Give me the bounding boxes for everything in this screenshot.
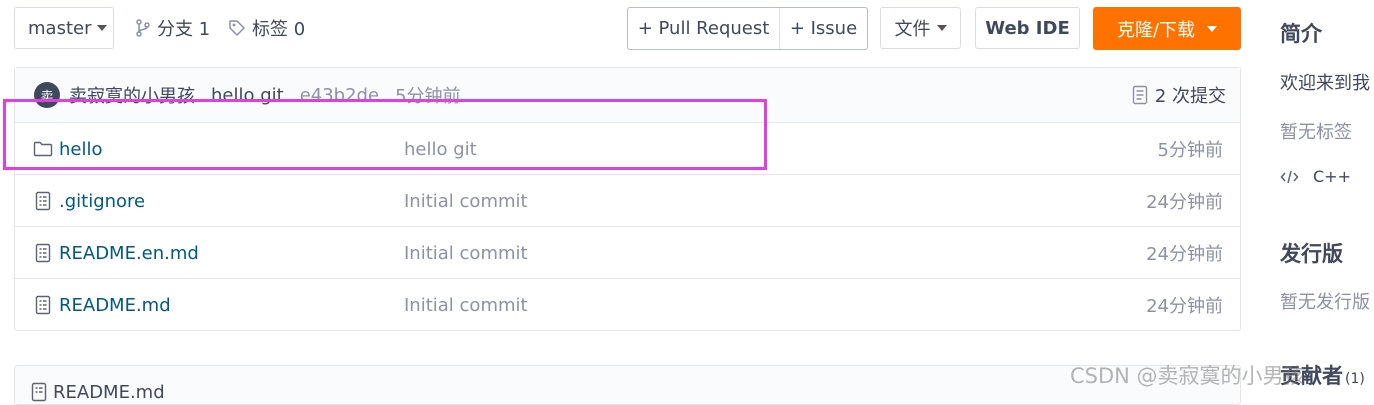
- branch-selector-label: master: [28, 17, 92, 39]
- file-text-icon: [33, 243, 53, 263]
- file-name[interactable]: .gitignore: [59, 191, 145, 212]
- tag-icon: [228, 19, 246, 37]
- table-row[interactable]: .gitignore Initial commit 24分钟前: [15, 174, 1240, 227]
- release-heading: 发行版: [1280, 242, 1343, 266]
- commit-history-icon: [1132, 85, 1148, 105]
- web-ide-button[interactable]: Web IDE: [975, 7, 1080, 49]
- file-commit-time: 24分钟前: [1146, 296, 1223, 317]
- no-release-text: 暂无发行版: [1280, 292, 1370, 313]
- watermark: CSDN @卖寂寞的小男孩: [1070, 364, 1305, 388]
- language-label: C++: [1313, 167, 1351, 186]
- contributors-count: (1): [1345, 371, 1365, 387]
- chevron-down-icon: [97, 25, 108, 31]
- highlight-box: [3, 99, 767, 170]
- file-menu-label: 文件: [894, 19, 931, 40]
- file-text-icon: [31, 382, 47, 402]
- intro-heading: 简介: [1280, 22, 1322, 46]
- issue-label: + Issue: [789, 18, 858, 39]
- file-commit-message[interactable]: Initial commit: [404, 191, 528, 212]
- file-text-icon: [33, 295, 53, 315]
- code-icon: [1280, 170, 1299, 184]
- branch-icon: [135, 19, 151, 37]
- clone-download-label: 克隆/下载: [1116, 19, 1196, 41]
- tags-link[interactable]: 标签 0: [228, 7, 305, 49]
- readme-title: README.md: [53, 382, 165, 403]
- file-name[interactable]: README.en.md: [59, 243, 199, 264]
- intro-text: 欢迎来到我: [1280, 73, 1370, 94]
- issue-button[interactable]: + Issue: [780, 8, 867, 49]
- pull-request-button[interactable]: + Pull Request: [628, 8, 780, 49]
- language-item[interactable]: C++: [1280, 167, 1351, 186]
- web-ide-label: Web IDE: [985, 17, 1070, 39]
- file-name[interactable]: README.md: [59, 295, 171, 316]
- chevron-down-icon: [1207, 25, 1218, 32]
- file-commit-message[interactable]: Initial commit: [404, 243, 528, 264]
- no-tags-text: 暂无标签: [1280, 122, 1352, 143]
- file-commit-time: 5分钟前: [1157, 140, 1223, 161]
- file-commit-time: 24分钟前: [1146, 192, 1223, 213]
- pull-request-label: + Pull Request: [637, 18, 770, 39]
- readme-panel: README.md: [14, 365, 1241, 405]
- branch-selector[interactable]: master: [14, 7, 114, 49]
- file-menu-button[interactable]: 文件: [880, 7, 961, 49]
- pr-issue-group: + Pull Request + Issue: [627, 7, 868, 50]
- file-commit-time: 24分钟前: [1146, 244, 1223, 265]
- chevron-down-icon: [936, 25, 947, 31]
- file-text-icon: [33, 191, 53, 211]
- clone-download-button[interactable]: 克隆/下载: [1093, 7, 1241, 50]
- file-commit-message[interactable]: Initial commit: [404, 295, 528, 316]
- branches-link[interactable]: 分支 1: [135, 7, 210, 49]
- tags-label: 标签 0: [252, 19, 306, 40]
- commit-count-link[interactable]: 2 次提交: [1132, 82, 1226, 108]
- branches-label: 分支 1: [157, 19, 211, 40]
- table-row[interactable]: README.en.md Initial commit 24分钟前: [15, 226, 1240, 279]
- commit-count-label: 2 次提交: [1154, 86, 1226, 107]
- table-row[interactable]: README.md Initial commit 24分钟前: [15, 278, 1240, 331]
